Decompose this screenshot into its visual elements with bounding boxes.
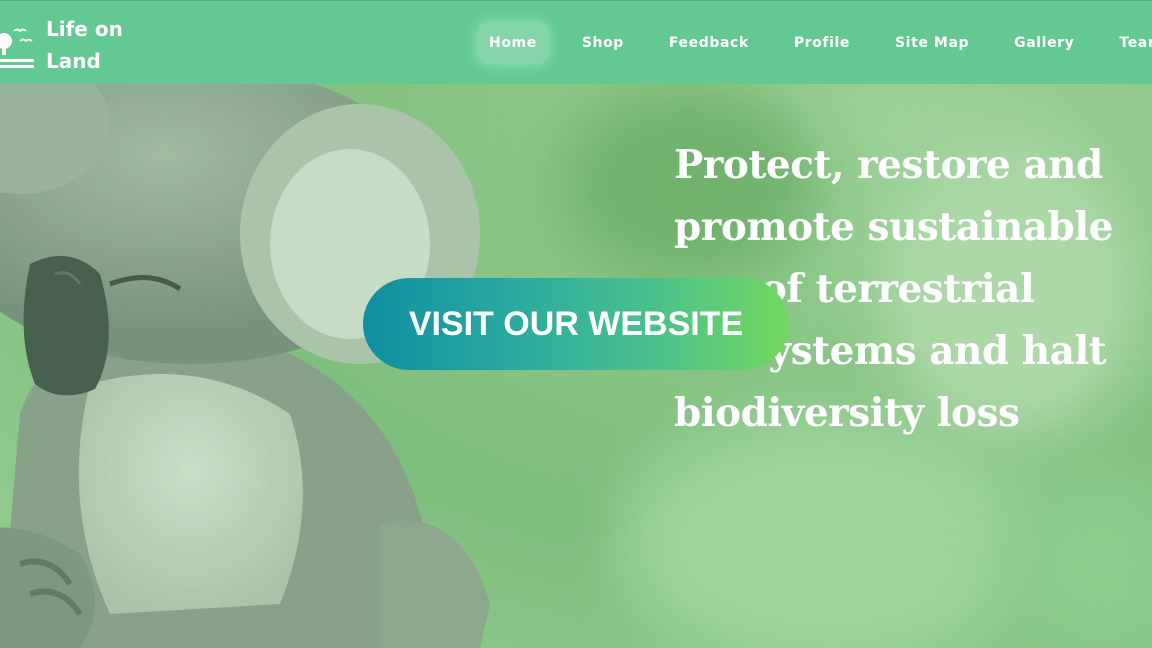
nav-item-team[interactable]: Team — [1108, 22, 1152, 64]
nav-item-home[interactable]: Home — [478, 22, 548, 64]
brand-name: Life on Land — [46, 17, 123, 73]
headline-line: Protect, restore and — [674, 142, 1103, 188]
nav-item-site-map[interactable]: Site Map — [884, 22, 980, 64]
visit-website-button[interactable]: VISIT OUR WEBSITE — [363, 278, 789, 370]
main-nav: Home Shop Feedback Profile Site Map Gall… — [478, 22, 1152, 64]
brand-logo[interactable]: Life on Land — [0, 13, 146, 77]
nav-item-gallery[interactable]: Gallery — [1003, 22, 1085, 64]
nav-item-feedback[interactable]: Feedback — [658, 22, 760, 64]
nav-item-profile[interactable]: Profile — [783, 22, 861, 64]
page: Life on Land Home Shop Feedback Profile … — [0, 0, 1152, 648]
navbar: Life on Land Home Shop Feedback Profile … — [0, 0, 1152, 84]
headline-line: biodiversity loss — [674, 390, 1020, 436]
tree-and-birds-icon — [0, 28, 34, 68]
nav-item-shop[interactable]: Shop — [571, 22, 635, 64]
headline-line: promote sustainable — [674, 204, 1113, 250]
